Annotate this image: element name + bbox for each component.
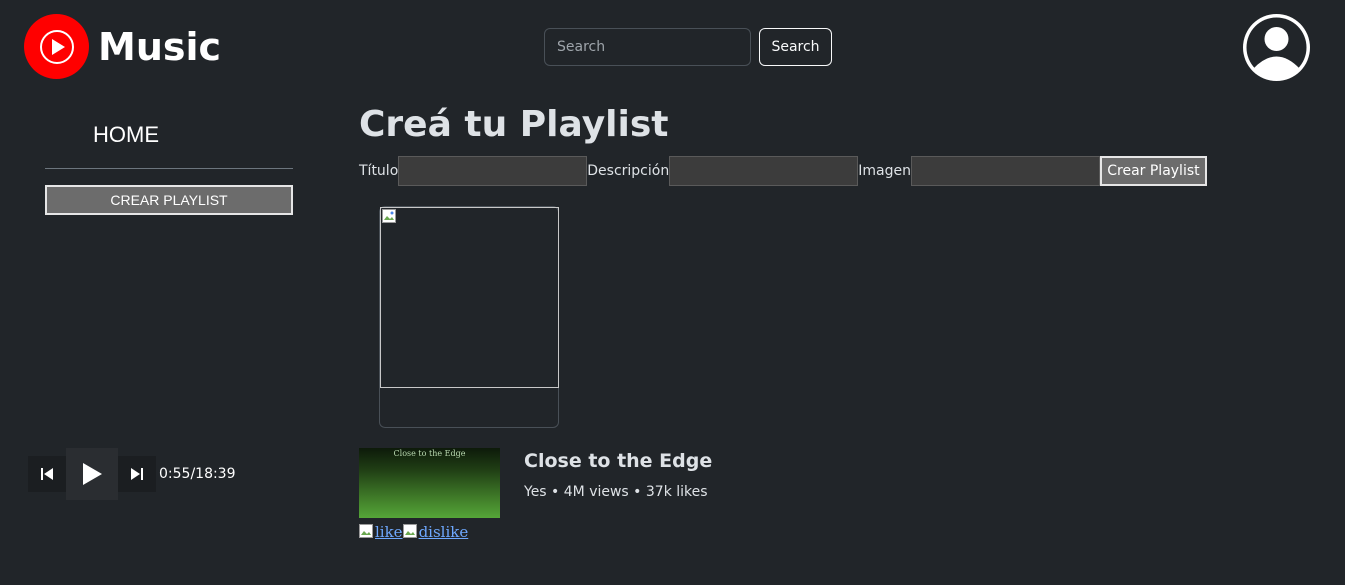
playlist-cover-image bbox=[380, 207, 559, 388]
previous-track-button[interactable] bbox=[28, 456, 66, 492]
sidebar-divider bbox=[45, 168, 293, 169]
description-label: Descripción bbox=[587, 163, 670, 179]
user-avatar-icon[interactable] bbox=[1243, 14, 1310, 81]
play-button[interactable] bbox=[66, 448, 118, 500]
skip-previous-icon bbox=[41, 468, 53, 480]
sidebar-item-home[interactable]: HOME bbox=[93, 122, 159, 148]
album-thumbnail: Close to the Edge bbox=[359, 448, 500, 518]
playlist-card[interactable] bbox=[379, 206, 559, 428]
title-label: Título bbox=[359, 163, 399, 179]
search-button[interactable]: Search bbox=[759, 28, 832, 66]
playback-time: 0:55/18:39 bbox=[159, 466, 236, 482]
create-playlist-submit-button[interactable]: Crear Playlist bbox=[1099, 156, 1207, 186]
broken-image-icon bbox=[402, 524, 417, 538]
create-playlist-form: Título Descripción Imagen Crear Playlist bbox=[359, 156, 1207, 186]
song-title: Close to the Edge bbox=[524, 450, 713, 472]
description-field[interactable] bbox=[669, 156, 859, 186]
dislike-alt-text: dislike bbox=[418, 523, 469, 541]
next-track-button[interactable] bbox=[118, 456, 156, 492]
create-playlist-button[interactable]: CREAR PLAYLIST bbox=[45, 185, 293, 215]
rating-links: like dislike bbox=[359, 523, 468, 541]
image-field[interactable] bbox=[910, 156, 1100, 186]
play-logo-icon bbox=[24, 14, 89, 79]
app-name: Music bbox=[98, 24, 222, 69]
app-logo[interactable]: Music bbox=[24, 14, 221, 79]
like-link[interactable]: like bbox=[359, 523, 403, 541]
broken-image-icon bbox=[359, 524, 373, 538]
title-field[interactable] bbox=[398, 156, 588, 186]
album-thumbnail-text: Close to the Edge bbox=[393, 449, 466, 458]
skip-next-icon bbox=[131, 468, 143, 480]
audio-player: 0:55/18:39 bbox=[28, 448, 236, 500]
page-title: Creá tu Playlist bbox=[359, 104, 669, 145]
image-label: Imagen bbox=[858, 163, 911, 179]
dislike-link[interactable]: dislike bbox=[402, 523, 469, 541]
like-alt-text: like bbox=[375, 523, 403, 541]
song-meta: Yes • 4M views • 37k likes bbox=[524, 484, 708, 500]
search-bar: Search bbox=[544, 28, 832, 66]
search-input[interactable] bbox=[544, 28, 751, 66]
play-icon bbox=[83, 463, 102, 485]
broken-image-icon bbox=[382, 209, 396, 223]
